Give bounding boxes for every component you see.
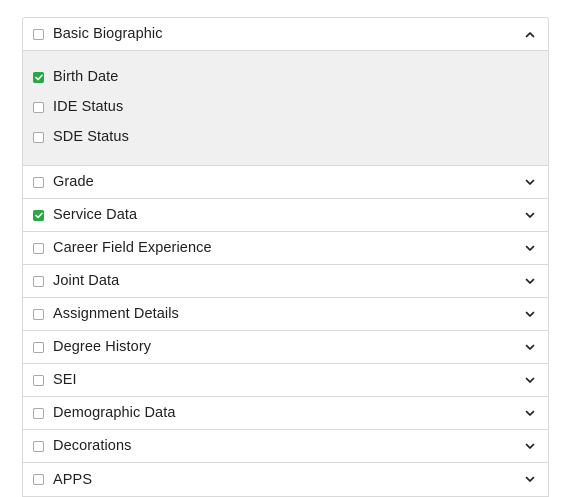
sub-item-checkbox[interactable] bbox=[33, 71, 44, 83]
chevron-down-icon[interactable] bbox=[523, 241, 537, 255]
group-checkbox[interactable] bbox=[33, 407, 44, 419]
section-checkbox[interactable] bbox=[33, 28, 44, 40]
chevron-down-icon[interactable] bbox=[523, 373, 537, 387]
group-label: SEI bbox=[53, 372, 77, 388]
group-checkbox[interactable] bbox=[33, 374, 44, 386]
sub-item-checkbox[interactable] bbox=[33, 101, 44, 113]
group-assignment-details[interactable]: Assignment Details bbox=[23, 298, 548, 331]
group-label: Career Field Experience bbox=[53, 240, 212, 256]
group-checkbox[interactable] bbox=[33, 341, 44, 353]
group-checkbox[interactable] bbox=[33, 440, 44, 452]
group-checkbox[interactable] bbox=[33, 176, 44, 188]
group-joint-data[interactable]: Joint Data bbox=[23, 265, 548, 298]
chevron-down-icon[interactable] bbox=[523, 175, 537, 189]
group-degree-history[interactable]: Degree History bbox=[23, 331, 548, 364]
chevron-down-icon[interactable] bbox=[523, 406, 537, 420]
section-label: Basic Biographic bbox=[53, 26, 163, 42]
group-demographic-data[interactable]: Demographic Data bbox=[23, 397, 548, 430]
group-label: Decorations bbox=[53, 438, 132, 454]
group-label: Grade bbox=[53, 174, 94, 190]
section-basic-biographic-header[interactable]: Basic Biographic bbox=[23, 18, 548, 51]
field-selector-panel: Basic Biographic Birth Date IDE Status S… bbox=[22, 17, 549, 497]
group-service-data[interactable]: Service Data bbox=[23, 199, 548, 232]
group-label: Degree History bbox=[53, 339, 152, 355]
chevron-down-icon[interactable] bbox=[523, 340, 537, 354]
sub-item-label: SDE Status bbox=[53, 129, 129, 145]
chevron-down-icon[interactable] bbox=[523, 439, 537, 453]
sub-item-checkbox[interactable] bbox=[33, 131, 44, 143]
sub-item-ide-status[interactable]: IDE Status bbox=[23, 92, 548, 122]
sub-item-label: IDE Status bbox=[53, 99, 124, 115]
group-checkbox[interactable] bbox=[33, 242, 44, 254]
group-label: Service Data bbox=[53, 207, 138, 223]
checkmark-icon bbox=[34, 74, 43, 80]
group-checkbox[interactable] bbox=[33, 308, 44, 320]
checkmark-icon bbox=[34, 212, 43, 218]
group-checkbox[interactable] bbox=[33, 275, 44, 287]
group-label: Demographic Data bbox=[53, 405, 176, 421]
group-career-field-experience[interactable]: Career Field Experience bbox=[23, 232, 548, 265]
group-checkbox[interactable] bbox=[33, 209, 44, 221]
section-basic-biographic-body: Birth Date IDE Status SDE Status bbox=[23, 51, 548, 166]
group-sei[interactable]: SEI bbox=[23, 364, 548, 397]
group-decorations[interactable]: Decorations bbox=[23, 430, 548, 463]
group-label: Assignment Details bbox=[53, 306, 179, 322]
chevron-down-icon[interactable] bbox=[523, 208, 537, 222]
group-label: Joint Data bbox=[53, 273, 120, 289]
chevron-down-icon[interactable] bbox=[523, 274, 537, 288]
chevron-up-icon[interactable] bbox=[523, 27, 537, 41]
chevron-down-icon[interactable] bbox=[523, 307, 537, 321]
sub-item-birth-date[interactable]: Birth Date bbox=[23, 62, 548, 92]
group-grade[interactable]: Grade bbox=[23, 166, 548, 199]
sub-item-label: Birth Date bbox=[53, 69, 119, 85]
sub-item-sde-status[interactable]: SDE Status bbox=[23, 122, 548, 152]
